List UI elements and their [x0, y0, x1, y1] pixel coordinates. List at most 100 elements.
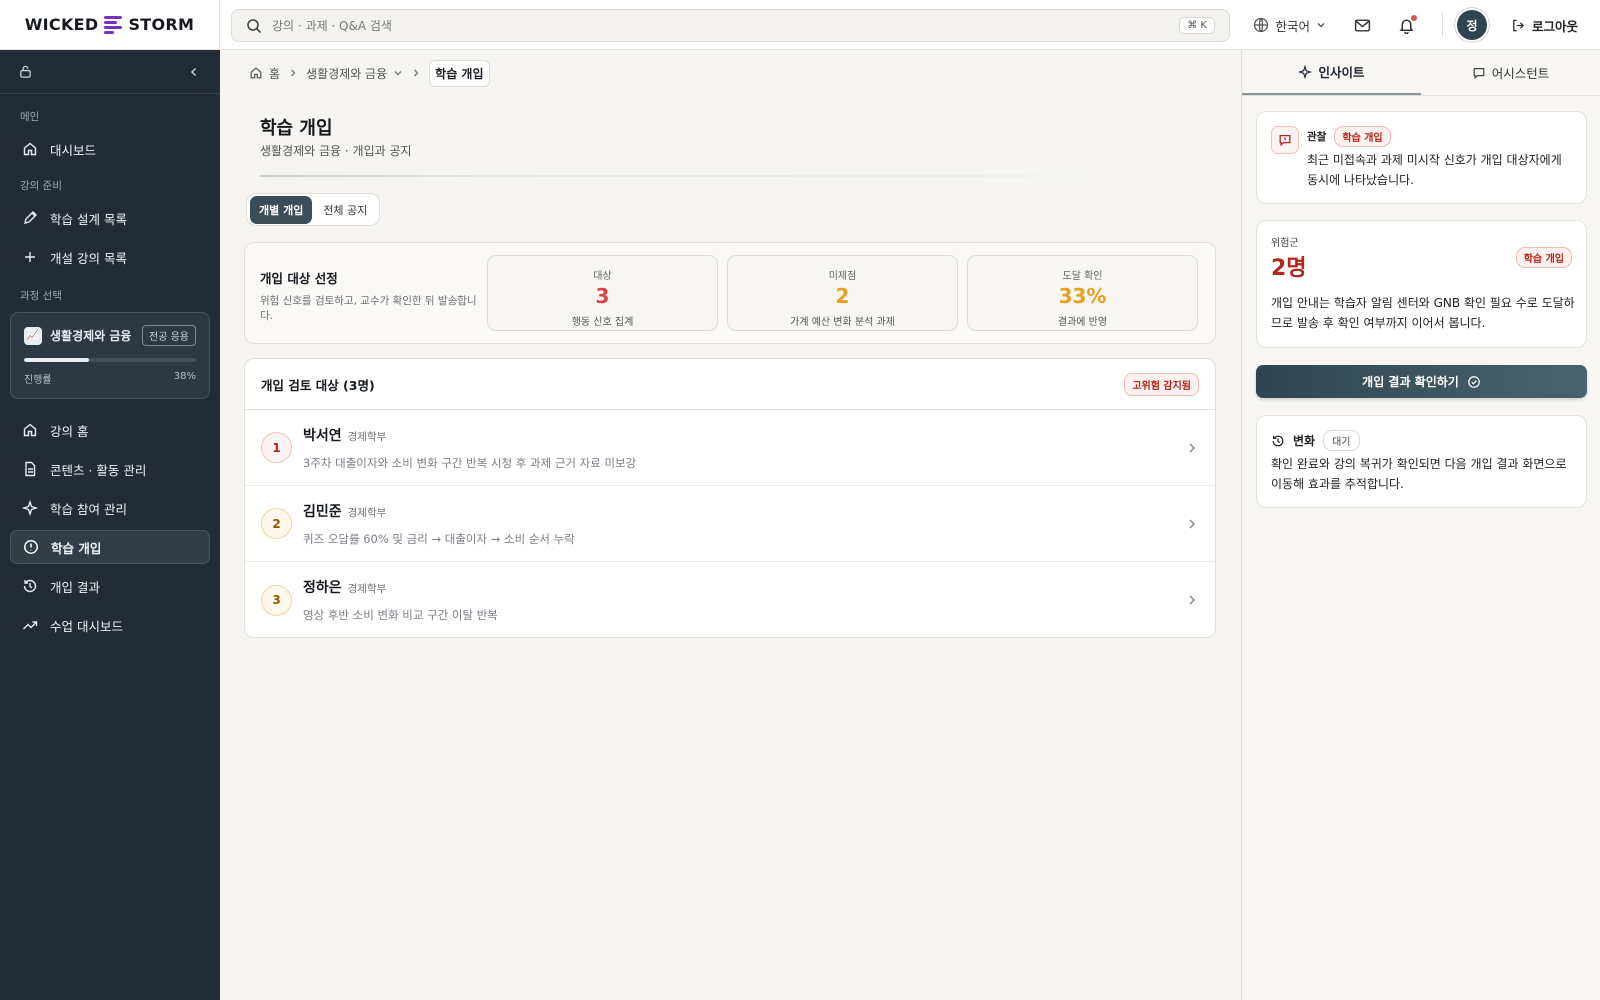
unlock-icon[interactable]: [18, 64, 33, 79]
logout-label: 로그아웃: [1531, 18, 1578, 34]
breadcrumb-course[interactable]: 생활경제와 금융: [306, 65, 403, 82]
search-input[interactable]: [272, 18, 1180, 33]
search-shortcut: ⌘ K: [1179, 17, 1215, 34]
tab-insight[interactable]: 인사이트: [1242, 50, 1421, 95]
sidebar-item-label: 강의 홈: [50, 423, 89, 439]
sidebar-item-intervention-result[interactable]: 개입 결과: [10, 569, 210, 603]
list-item[interactable]: 3 정하은 경제학부 영상 후반 소비 변화 비교 구간 이탈 반복: [245, 562, 1215, 637]
check-circle-icon: [1467, 375, 1480, 388]
search-bar[interactable]: ⌘ K: [231, 9, 1230, 42]
stat-label: 미제점: [828, 271, 857, 282]
home-icon: [23, 423, 37, 437]
mail-button[interactable]: [1354, 16, 1372, 34]
globe-icon: [1254, 17, 1269, 33]
review-list-title: 개입 검토 대상 (3명): [261, 377, 375, 393]
observation-label: 관찰: [1307, 131, 1327, 143]
sidebar-item-course-home[interactable]: 강의 홈: [10, 413, 210, 447]
list-item[interactable]: 2 김민준 경제학부 퀴즈 오답률 60% 및 금리 → 대출이자 → 소비 순서…: [245, 486, 1215, 562]
logout-button[interactable]: 로그아웃: [1511, 16, 1578, 35]
student-signal: 퀴즈 오답률 60% 및 금리 → 대출이자 → 소비 순서 누락: [303, 531, 575, 546]
student-dept: 경제학부: [347, 506, 387, 519]
rank-badge: 2: [261, 508, 292, 539]
change-text: 확인 완료와 강의 복귀가 확인되면 다음 개입 결과 화면으로 이동해 효과를…: [1271, 457, 1567, 492]
avatar[interactable]: 정: [1456, 10, 1487, 40]
student-dept: 경제학부: [347, 430, 387, 443]
trend-icon: [23, 621, 38, 630]
sidebar-item-label: 학습 설계 목록: [50, 211, 127, 227]
tab-assistant-label: 어시스턴트: [1491, 66, 1550, 81]
breadcrumb-home[interactable]: 홈: [249, 65, 280, 82]
sidebar-item-label: 콘텐츠 · 활동 관리: [50, 462, 147, 478]
notification-button[interactable]: [1398, 15, 1417, 34]
selection-title: 개입 대상 선정: [260, 271, 338, 286]
stat-foot: 행동 신호 집계: [571, 317, 634, 328]
page-title: 학습 개입: [260, 118, 333, 139]
alert-circle-icon: [24, 540, 38, 554]
observation-pill: 학습 개입: [1334, 126, 1391, 147]
sidebar-item-design-list[interactable]: 학습 설계 목록: [10, 201, 210, 235]
course-selector-card[interactable]: 📈 생활경제와 금융 전공 응용 진행률 38%: [10, 312, 210, 399]
review-list: 개입 검토 대상 (3명) 고위험 감지됨 1 박서연 경제학부 3주차 대출이자…: [244, 358, 1216, 638]
course-progress-bar: [24, 358, 196, 362]
tab-insight-label: 인사이트: [1318, 65, 1365, 80]
logout-icon: [1513, 19, 1525, 31]
chat-icon: [1473, 67, 1485, 79]
stat-value: 33%: [1058, 284, 1107, 308]
collapse-sidebar-icon[interactable]: [188, 66, 200, 78]
course-title: 생활경제와 금융: [50, 329, 132, 343]
language-label: 한국어: [1275, 18, 1310, 34]
section-course-select: 과정 선택: [20, 290, 62, 302]
language-selector[interactable]: 한국어: [1253, 16, 1326, 35]
chevron-right-icon: [1189, 518, 1196, 529]
change-card: 변화 대기 확인 완료와 강의 복귀가 확인되면 다음 개입 결과 화면으로 이…: [1256, 415, 1587, 508]
list-item[interactable]: 1 박서연 경제학부 3주차 대출이자와 소비 변화 구간 반복 시청 후 과제 …: [245, 410, 1215, 486]
stat-value: 2: [835, 284, 850, 308]
tab-assistant[interactable]: 어시스턴트: [1421, 50, 1600, 95]
view-result-button[interactable]: 개입 결과 확인하기: [1256, 365, 1587, 398]
risk-pill: 학습 개입: [1515, 247, 1572, 268]
risk-group-card: 위험군 2명 학습 개입 개입 안내는 학습자 알림 센터와 GNB 확인 필요…: [1256, 220, 1587, 348]
observation-card: 관찰 학습 개입 최근 미접속과 과제 미시작 신호가 개입 대상자에게 동시에…: [1256, 111, 1587, 204]
selection-description: 위험 신호를 검토하고, 교수가 확인한 뒤 발송합니다.: [260, 295, 477, 323]
student-dept: 경제학부: [347, 583, 387, 595]
home-icon: [250, 67, 262, 79]
risk-text: 개입 안내는 학습자 알림 센터와 GNB 확인 필요 수로 도달하므로 발송 …: [1271, 296, 1575, 331]
brand-mark-icon: [104, 15, 123, 34]
student-signal: 영상 후반 소비 변화 비교 구간 이탈 반복: [303, 608, 498, 622]
tab-individual[interactable]: 개별 개입: [250, 195, 313, 224]
sidebar-item-class-dashboard[interactable]: 수업 대시보드: [10, 608, 210, 642]
sidebar-item-label: 수업 대시보드: [50, 618, 123, 634]
sidebar-item-participation[interactable]: 학습 참여 관리: [10, 491, 210, 525]
stat-foot: 결과에 반영: [1057, 317, 1108, 328]
history-icon: [23, 579, 37, 593]
sidebar-item-open-course-list[interactable]: 개설 강의 목록: [10, 240, 210, 274]
section-main: 메인: [20, 111, 40, 123]
sidebar-item-intervention[interactable]: 학습 개입: [10, 530, 210, 564]
stat-label: 대상: [593, 271, 612, 282]
course-badge: 전공 응용: [142, 325, 196, 346]
stat-card-unsubmitted: 미제점 2 가계 예산 변화 분석 과제: [727, 255, 958, 331]
change-label: 변화: [1293, 434, 1316, 448]
plus-icon: [25, 252, 35, 262]
breadcrumb-course-label: 생활경제와 금융: [306, 66, 388, 81]
sidebar-item-label: 개입 결과: [50, 579, 100, 595]
chevron-right-icon: [414, 69, 419, 77]
risk-label: 위험군: [1271, 238, 1299, 249]
top-bar: WICKED STORM ⌘ K 한국어 정 로그아웃: [0, 0, 1600, 50]
sidebar-item-content[interactable]: 콘텐츠 · 활동 관리: [10, 452, 210, 486]
progress-label: 진행률: [24, 375, 52, 386]
section-prep: 강의 준비: [20, 180, 62, 192]
rank-badge: 3: [261, 584, 292, 616]
pen-icon: [24, 211, 37, 224]
tab-broadcast[interactable]: 전체 공지: [314, 196, 376, 224]
title-divider: [260, 175, 1140, 177]
notification-dot: [1410, 15, 1417, 21]
student-name: 박서연: [303, 427, 342, 444]
mail-icon: [1355, 18, 1371, 32]
sidebar-item-label: 학습 참여 관리: [50, 501, 127, 517]
divider: [1441, 13, 1443, 37]
sidebar-item-dashboard[interactable]: 대시보드: [10, 132, 210, 166]
target-selection-card: 개입 대상 선정 위험 신호를 검토하고, 교수가 확인한 뒤 발송합니다. 대…: [244, 242, 1216, 344]
home-icon: [23, 142, 37, 156]
brand-logo[interactable]: WICKED STORM: [0, 0, 220, 50]
